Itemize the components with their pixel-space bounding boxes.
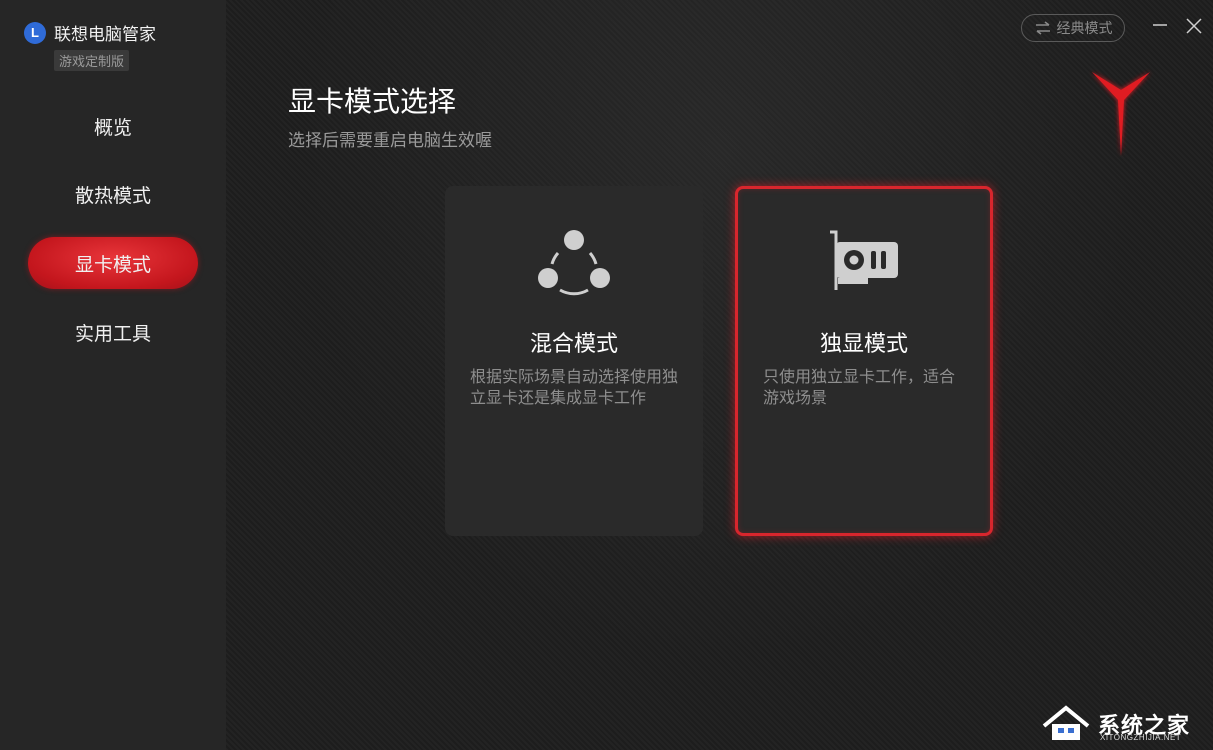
sidebar-item-utilities[interactable]: 实用工具 xyxy=(28,306,198,358)
lenovo-logo-icon: L xyxy=(24,21,46,44)
discrete-mode-title: 独显模式 xyxy=(819,332,908,357)
classic-mode-button[interactable]: 经典模式 xyxy=(1021,14,1125,42)
watermark: 系统之家 XITONGZHIJIA.NET xyxy=(1040,700,1210,748)
sidebar-item-overview[interactable]: 概览 xyxy=(28,100,198,152)
hybrid-mode-title: 混合模式 xyxy=(529,332,618,357)
legion-y-logo-icon xyxy=(1092,72,1150,156)
edition-badge: 游戏定制版 xyxy=(54,50,130,71)
classic-mode-label: 经典模式 xyxy=(1056,21,1113,37)
close-icon xyxy=(1186,18,1202,34)
discrete-mode-card[interactable]: 独显模式 只使用独立显卡工作，适合游戏场景 xyxy=(735,186,993,536)
sidebar-item-gpu-mode[interactable]: 显卡模式 xyxy=(28,237,198,289)
discrete-mode-description: 只使用独立显卡工作，适合游戏场景 xyxy=(763,367,956,407)
hybrid-mode-card[interactable]: 混合模式 根据实际场景自动选择使用独立显卡还是集成显卡工作 xyxy=(445,186,703,536)
hybrid-nodes-icon xyxy=(538,230,610,296)
minimize-button[interactable] xyxy=(1148,14,1172,38)
page-subtitle: 选择后需要重启电脑生效喔 xyxy=(288,131,492,151)
close-button[interactable] xyxy=(1182,14,1206,38)
swap-arrows-icon xyxy=(1035,21,1050,35)
graphics-card-icon xyxy=(830,230,898,290)
main-panel: 经典模式 显卡模式选择 选择后需要重启电脑生效喔 混合模式 根据实际场景自动选择… xyxy=(226,0,1213,750)
app-title: 联想电脑管家 xyxy=(54,25,156,45)
watermark-url: XITONGZHIJIA.NET xyxy=(1100,733,1182,742)
sidebar: L 联想电脑管家 游戏定制版 概览 散热模式 显卡模式 实用工具 xyxy=(0,0,226,750)
sidebar-item-cooling-mode[interactable]: 散热模式 xyxy=(28,168,198,220)
hybrid-mode-description: 根据实际场景自动选择使用独立显卡还是集成显卡工作 xyxy=(470,367,679,407)
app-logo-row: L 联想电脑管家 xyxy=(24,20,156,45)
minimize-icon xyxy=(1153,24,1167,26)
house-logo-icon xyxy=(1042,705,1090,740)
page-title: 显卡模式选择 xyxy=(288,85,457,118)
